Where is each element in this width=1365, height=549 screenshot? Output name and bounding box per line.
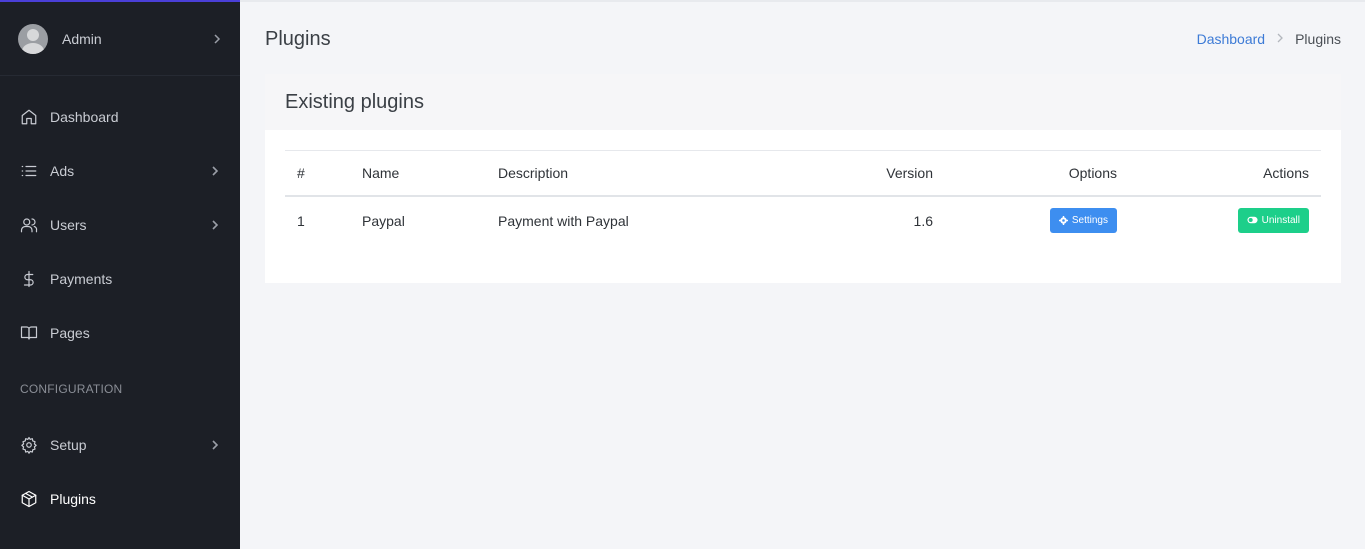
chevron-right-icon: [1276, 32, 1284, 46]
cell-version: 1.6: [913, 213, 933, 229]
cell-actions: Uninstall: [1117, 207, 1321, 233]
sidebar-item-label: Payments: [50, 271, 113, 287]
chevron-right-icon: [210, 166, 220, 176]
breadcrumb-dashboard[interactable]: Dashboard: [1197, 31, 1266, 47]
column-header-options: Options: [1068, 165, 1117, 181]
sidebar-item-pages[interactable]: Pages: [0, 306, 240, 360]
sidebar: Admin Dashboard Ads Users Payments Pages…: [0, 0, 240, 549]
cell-description: Payment with Paypal: [498, 213, 629, 229]
box-icon: [20, 490, 38, 508]
chevron-right-icon: [212, 31, 222, 47]
uninstall-button-label: Uninstall: [1261, 214, 1300, 226]
gear-icon: [20, 436, 38, 454]
chevron-right-icon: [210, 220, 220, 230]
settings-button-label: Settings: [1071, 214, 1108, 226]
sidebar-item-ads[interactable]: Ads: [0, 144, 240, 198]
settings-button[interactable]: Settings: [1049, 207, 1117, 233]
sidebar-item-payments[interactable]: Payments: [0, 252, 240, 306]
user-name: Admin: [62, 30, 102, 47]
main-content: Plugins Dashboard Plugins Existing plugi…: [240, 0, 1365, 549]
section-title-configuration: CONFIGURATION: [20, 382, 123, 396]
cell-name: Paypal: [362, 213, 405, 229]
column-header-name: Name: [362, 165, 400, 181]
sidebar-item-label: Plugins: [50, 491, 96, 507]
plugins-table: # Name Description Version Options Actio…: [285, 150, 1321, 243]
column-header-version: Version: [886, 165, 933, 181]
breadcrumb: Dashboard Plugins: [1197, 31, 1341, 47]
sidebar-item-label: Dashboard: [50, 109, 119, 125]
users-icon: [20, 216, 38, 234]
card-title: Existing plugins: [285, 90, 424, 113]
breadcrumb-current: Plugins: [1295, 31, 1341, 47]
dollar-icon: [20, 270, 38, 288]
page-title: Plugins: [265, 28, 331, 50]
card-header: Existing plugins: [265, 74, 1341, 130]
sidebar-item-setup[interactable]: Setup: [0, 418, 240, 472]
cell-number: 1: [297, 213, 305, 229]
sidebar-item-plugins[interactable]: Plugins: [0, 472, 240, 526]
sidebar-item-label: Pages: [50, 325, 90, 341]
sidebar-item-label: Ads: [50, 163, 75, 179]
sidebar-item-dashboard[interactable]: Dashboard: [0, 90, 240, 144]
toggle-icon: [1247, 216, 1258, 224]
table-row: 1 Paypal Payment with Paypal 1.6 Setting…: [285, 197, 1321, 243]
column-header-actions: Actions: [1263, 165, 1309, 181]
sidebar-item-label: Setup: [50, 437, 87, 453]
sidebar-menu: Dashboard Ads Users Payments Pages CONFI…: [0, 76, 240, 526]
uninstall-button[interactable]: Uninstall: [1237, 207, 1309, 233]
home-icon: [20, 108, 38, 126]
avatar: [18, 23, 48, 54]
cell-options: Settings: [933, 207, 1117, 233]
table-header: # Name Description Version Options Actio…: [285, 150, 1321, 197]
book-icon: [20, 324, 38, 342]
column-header-description: Description: [498, 165, 569, 181]
chevron-right-icon: [210, 440, 220, 450]
column-header-number: #: [297, 165, 305, 181]
sidebar-item-label: Users: [50, 217, 87, 233]
sidebar-item-users[interactable]: Users: [0, 198, 240, 252]
user-menu[interactable]: Admin: [0, 2, 240, 76]
list-icon: [20, 162, 38, 180]
gear-icon: [1058, 215, 1068, 225]
plugins-card: Existing plugins # Name Description Vers…: [265, 74, 1341, 283]
